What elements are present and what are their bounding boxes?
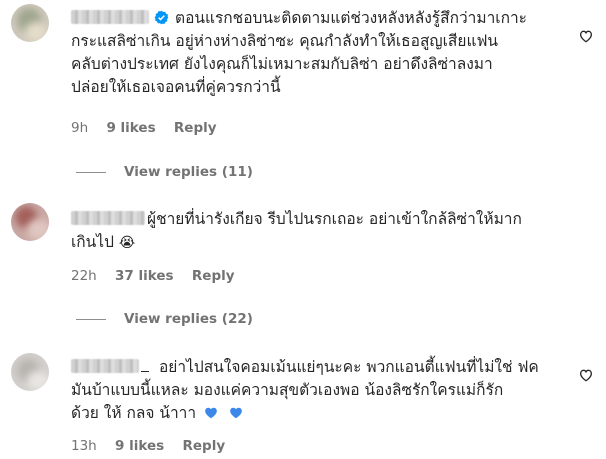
divider-line xyxy=(76,318,106,320)
comment-line: ปล่อยให้เธอเจอคนที่คู่ควรกว่านี้ xyxy=(71,78,281,96)
reply-button[interactable]: Reply xyxy=(174,120,217,136)
heart-icon[interactable] xyxy=(578,28,594,44)
comment-meta: 9h 9 likes Reply xyxy=(71,120,231,136)
comment-text: ผู้ชายที่น่ารังเกียจ รีบไปนรกเถอะ อย่าเข… xyxy=(71,208,551,254)
comment-line: เกินไป xyxy=(71,233,114,251)
comment-line: ตอนแรกชอบนะติดตามแต่ช่วงหลังหลังรู้สึกว่… xyxy=(175,9,528,27)
view-replies-button[interactable]: View replies (11) xyxy=(76,164,253,180)
reply-button[interactable]: Reply xyxy=(192,268,235,284)
comment-line: คลับต่างประเทศ ยังไงคุณก็ไม่เหมาะสมกับลิ… xyxy=(71,55,493,73)
comment-line: อย่าไปสนใจคอมเม้นแย่ๆนะคะ พวกแอนตี้แฟนที… xyxy=(159,358,539,376)
comment-text: อย่าไปสนใจคอมเม้นแย่ๆนะคะ พวกแอนตี้แฟนที… xyxy=(71,356,551,425)
verified-badge-icon xyxy=(154,10,169,25)
comment-time: 22h xyxy=(71,268,97,284)
username-redacted[interactable] xyxy=(71,359,139,373)
view-replies-button[interactable]: View replies (22) xyxy=(76,311,253,327)
avatar[interactable] xyxy=(11,353,49,391)
comment-line: ผู้ชายที่น่ารังเกียจ รีบไปนรกเถอะ อย่าเข… xyxy=(147,210,522,228)
reply-button[interactable]: Reply xyxy=(182,438,225,454)
comment-time: 9h xyxy=(71,120,89,136)
crying-face-emoji: 😭 xyxy=(118,235,136,251)
comment-meta: 13h 9 likes Reply xyxy=(71,438,239,454)
heart-icon[interactable] xyxy=(578,367,594,383)
view-replies-label: View replies (11) xyxy=(124,164,253,180)
username-redacted[interactable] xyxy=(71,211,145,225)
username-redacted[interactable] xyxy=(71,10,149,24)
blue-heart-icon xyxy=(205,407,217,419)
avatar[interactable] xyxy=(11,4,49,42)
view-replies-label: View replies (22) xyxy=(124,311,253,327)
comment-text: ตอนแรกชอบนะติดตามแต่ช่วงหลังหลังรู้สึกว่… xyxy=(71,7,551,99)
likes-count[interactable]: 9 likes xyxy=(106,120,155,136)
divider-line xyxy=(76,171,106,173)
comment-line: มันบ้าแบบนี้แหละ มองแค่ความสุขตัวเองพอ น… xyxy=(71,381,504,399)
comment-meta: 22h 37 likes Reply xyxy=(71,268,249,284)
comment-time: 13h xyxy=(71,438,97,454)
avatar[interactable] xyxy=(11,203,49,241)
comment-line: กระแสลิซ่าเกิน อยู่ห่างห่างลิซ่าซะ คุณกำ… xyxy=(71,32,499,50)
blue-heart-icon xyxy=(230,407,242,419)
likes-count[interactable]: 9 likes xyxy=(115,438,164,454)
comment-line: ด้วย ให้ กลจ น้าาา xyxy=(71,404,197,422)
likes-count[interactable]: 37 likes xyxy=(115,268,174,284)
